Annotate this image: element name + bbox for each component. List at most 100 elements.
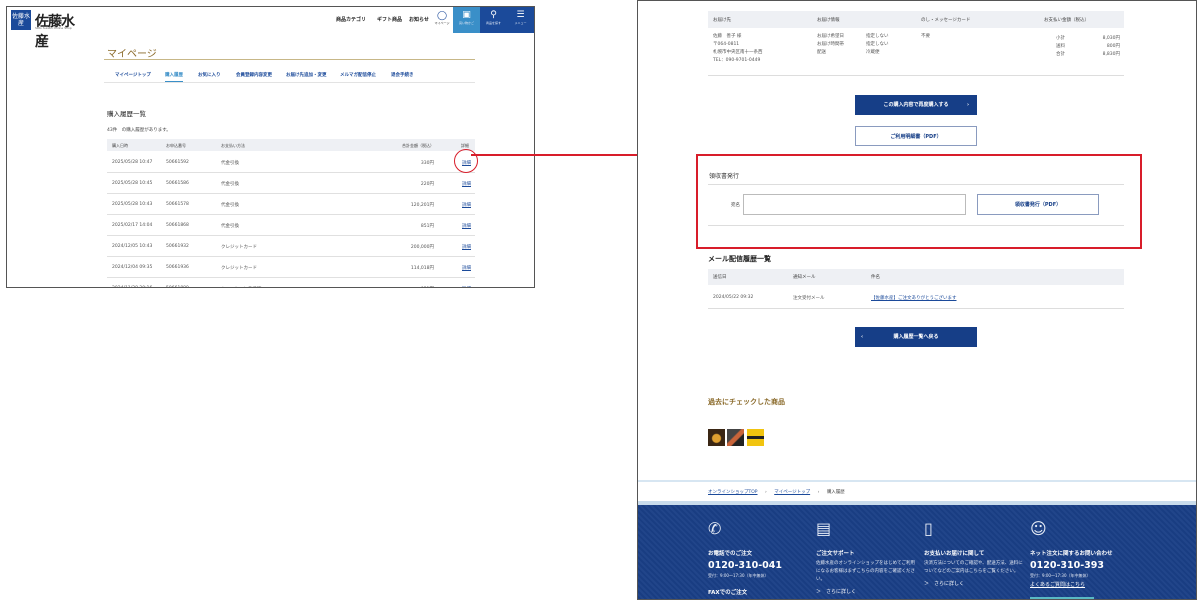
receipt-name-input[interactable] bbox=[743, 194, 966, 215]
total-label: 合計 bbox=[1056, 52, 1065, 57]
order-summary-body: 佐藤 善子 様 〒064-0811 札幌市中央区南十一条西 TEL：090-97… bbox=[708, 31, 1124, 76]
back-button-label: 購入履歴一覧へ戻る bbox=[893, 334, 939, 340]
recipient-name: 佐藤 善子 様 bbox=[713, 34, 742, 39]
row-date: 2024/12/05 10:43 bbox=[112, 244, 153, 249]
tab-purchase-history[interactable]: 購入履歴 bbox=[165, 72, 183, 82]
tab-address[interactable]: お届け先追加・変更 bbox=[286, 72, 327, 78]
site-header: 佐藤水産 佐藤水産 Sato Suisan Online Shop 商品カテゴリ… bbox=[7, 7, 534, 50]
reorder-button[interactable]: この購入内容で再度購入する › bbox=[855, 95, 977, 115]
tab-divider bbox=[104, 82, 475, 83]
footer-phone-title: お電話でのご注文 bbox=[708, 551, 753, 557]
row-detail-link[interactable]: 詳細 bbox=[462, 202, 471, 208]
history-table-header: 購入日時 お申込番号 お支払い方法 合計金額（税込） 詳細 bbox=[107, 139, 475, 151]
chevron-right-icon: › bbox=[817, 490, 820, 495]
row-order-number: 50661578 bbox=[166, 202, 189, 207]
row-total: 220円 bbox=[420, 182, 434, 187]
tab-mypage-top[interactable]: マイページトップ bbox=[115, 72, 151, 78]
summary-col-noshi: のし・メッセージカード bbox=[921, 18, 971, 23]
history-title: 購入履歴一覧 bbox=[107, 110, 146, 118]
tab-member-info[interactable]: 会員登録内容変更 bbox=[236, 72, 272, 78]
recent-product-thumb[interactable] bbox=[708, 429, 725, 446]
mail-type: 注文受付メール bbox=[793, 296, 825, 301]
menu-button[interactable]: ☰ メニュー bbox=[507, 10, 534, 30]
mypage-button[interactable]: ◯ マイページ bbox=[431, 11, 453, 29]
row-date: 2024/12/04 09:35 bbox=[112, 265, 153, 270]
site-logo[interactable]: 佐藤水産 佐藤水産 Sato Suisan Online Shop bbox=[11, 10, 77, 50]
footer-phone-hours: 受付：9:00〜17:30（年中無休） bbox=[708, 573, 769, 578]
row-payment-method: クレジットカード bbox=[221, 245, 257, 250]
recent-product-thumb[interactable] bbox=[727, 429, 744, 446]
tab-favorites[interactable]: お気に入り bbox=[198, 72, 221, 78]
footer-phone-number[interactable]: 0120-310-041 bbox=[708, 560, 808, 571]
summary-col-payment: お支払い金額（税込） bbox=[1044, 18, 1089, 23]
footer-support-more-link[interactable]: ＞ さらに詳しく bbox=[816, 588, 916, 595]
recent-product-thumb[interactable] bbox=[747, 429, 764, 446]
nav-news[interactable]: お知らせ bbox=[409, 16, 429, 23]
tab-withdraw[interactable]: 退会手続き bbox=[391, 72, 414, 78]
cart-button[interactable]: ▣ 買い物かご bbox=[453, 7, 480, 33]
title-divider bbox=[104, 59, 475, 60]
mail-history-title: メール配信履歴一覧 bbox=[708, 255, 771, 263]
footer-inquiry-number[interactable]: 0120-310-393 bbox=[1030, 560, 1130, 571]
nav-product-category[interactable]: 商品カテゴリ bbox=[336, 16, 366, 23]
row-payment-method: キャッシュレス決済 bbox=[221, 286, 261, 287]
receipt-divider-top bbox=[708, 184, 1124, 185]
row-order-number: 50661868 bbox=[166, 223, 189, 228]
history-row: 2025/05/28 10:47 50661592 代金引換 330円 詳細 bbox=[107, 152, 475, 173]
mail-table-header: 送信日 通知メール 件名 bbox=[708, 269, 1124, 285]
shipping-label: 送料 bbox=[1056, 44, 1065, 49]
footer-fax-title: FAXでのご注文 bbox=[708, 590, 748, 596]
row-total: 951円 bbox=[374, 286, 434, 287]
delivery-time-value: 指定しない bbox=[866, 42, 889, 47]
total-value: 8,830円 bbox=[1102, 52, 1120, 57]
operator-icon: ☺ bbox=[1030, 519, 1047, 538]
logo-text: 佐藤水産 bbox=[35, 14, 75, 50]
recipient-block: 佐藤 善子 様 〒064-0811 札幌市中央区南十一条西 TEL：090-97… bbox=[713, 33, 763, 65]
row-detail-link[interactable]: 詳細 bbox=[462, 265, 471, 271]
history-row: 2025/02/17 14:04 50661868 代金引換 851円 詳細 bbox=[107, 215, 475, 236]
row-detail-link[interactable]: 詳細 bbox=[462, 286, 471, 287]
shipping-value: 800円 bbox=[1106, 44, 1120, 49]
history-row: 2024/11/28 20:16 50661889 キャッシュレス決済 951円 詳細 bbox=[107, 278, 475, 287]
search-button[interactable]: ⚲ 商品を探す bbox=[480, 10, 507, 30]
search-icon: ⚲ bbox=[490, 10, 497, 20]
row-order-number: 50661889 bbox=[166, 286, 189, 287]
receipt-title: 領収書発行 bbox=[709, 173, 740, 180]
row-payment-method: 代金引換 bbox=[221, 161, 239, 166]
row-order-number: 50661586 bbox=[166, 181, 189, 186]
tab-newsletter-stop[interactable]: メルマガ配信停止 bbox=[340, 72, 376, 78]
order-detail-screenshot: お届け先 お届け情報 のし・メッセージカード お支払い金額（税込） 佐藤 善子 … bbox=[637, 0, 1197, 600]
back-to-history-button[interactable]: ‹ 購入履歴一覧へ戻る bbox=[855, 327, 977, 347]
footer-inquiry-hours: 受付：9:00〜17:30（年中無休） bbox=[1030, 573, 1091, 578]
mail-subject-link[interactable]: 【佐藤水産】ご注文ありがとうございます bbox=[871, 295, 957, 301]
footer-payment-more-link[interactable]: ＞ さらに詳しく bbox=[924, 580, 1024, 587]
receipt-pdf-button[interactable]: 領収書発行（PDF） bbox=[977, 194, 1099, 215]
footer-cta-bar[interactable] bbox=[1030, 597, 1094, 599]
footer-inquiry-title: ネット注文に関するお問い合わせ bbox=[1030, 551, 1113, 557]
footer-payment-desc: 決済方法についてのご確認や、配送方法、送料についてなどのご案内はこちらをご覧くだ… bbox=[924, 561, 1023, 574]
row-order-number: 50661932 bbox=[166, 244, 189, 249]
row-detail-link[interactable]: 詳細 bbox=[462, 244, 471, 250]
statement-pdf-button[interactable]: ご利用明細書（PDF） bbox=[855, 126, 977, 146]
footer-support-title: ご注文サポート bbox=[816, 551, 855, 557]
breadcrumb-link-mypage[interactable]: マイページトップ bbox=[774, 490, 810, 495]
col-total: 合計金額（税込） bbox=[402, 143, 434, 148]
breadcrumb-link-top[interactable]: オンラインショップTOP bbox=[708, 490, 758, 495]
footer-faq-link[interactable]: よくあるご質問はこちら bbox=[1030, 581, 1130, 588]
site-footer: ✆ お電話でのご注文 0120-310-041 受付：9:00〜17:30（年中… bbox=[638, 505, 1196, 599]
history-count: 43件 の購入履歴があります。 bbox=[107, 128, 171, 133]
row-order-number: 50661936 bbox=[166, 265, 189, 270]
row-detail-link[interactable]: 詳細 bbox=[462, 181, 471, 187]
nav-gift[interactable]: ギフト商品 bbox=[377, 16, 402, 23]
footer-support-desc: 佐藤水産のオンラインショップをはじめてご利用になるお客様はまずこちらの内容をご確… bbox=[816, 561, 915, 582]
row-order-number: 50661592 bbox=[166, 160, 189, 165]
totals-labels: 小計 送料 合計 bbox=[1056, 35, 1065, 59]
card-icon: ▯ bbox=[924, 519, 933, 538]
connector-line-top bbox=[471, 154, 661, 156]
row-payment-method: 代金引換 bbox=[221, 224, 239, 229]
row-detail-link[interactable]: 詳細 bbox=[462, 223, 471, 229]
header-action-bar: ▣ 買い物かご ⚲ 商品を探す ☰ メニュー bbox=[453, 7, 534, 33]
row-payment-method: 代金引換 bbox=[221, 203, 239, 208]
highlight-circle bbox=[454, 149, 478, 173]
row-total: 200,000円 bbox=[410, 245, 434, 250]
